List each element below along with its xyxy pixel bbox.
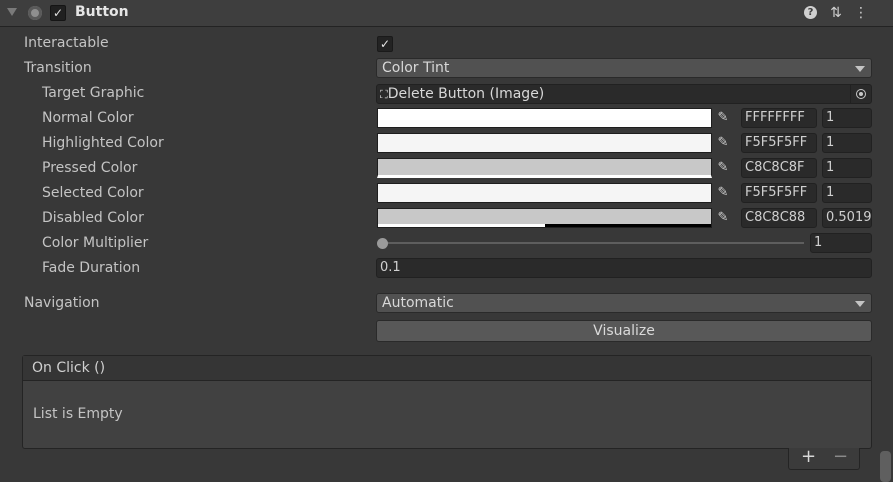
image-icon: ⛶: [380, 88, 388, 101]
color-multiplier-slider-track[interactable]: [382, 242, 804, 244]
color-multiplier-slider-thumb[interactable]: [377, 238, 388, 249]
component-header[interactable]: ✓ Button ? ⇅ ⋮: [0, 0, 893, 27]
disabled-color-swatch[interactable]: [377, 208, 712, 228]
chevron-down-icon: [855, 301, 865, 307]
normal-color-swatch[interactable]: [377, 108, 712, 128]
interactable-checkbox[interactable]: ✓: [377, 36, 393, 52]
interactable-label: Interactable: [24, 35, 109, 51]
target-graphic-label: Target Graphic: [42, 85, 145, 101]
pressed-color-label: Pressed Color: [42, 160, 138, 176]
eyedropper-icon[interactable]: ✎: [712, 183, 734, 203]
object-picker-icon[interactable]: [850, 85, 871, 103]
component-icon: [28, 6, 42, 20]
target-graphic-field[interactable]: ⛶Delete Button (Image): [376, 84, 872, 104]
disabled-color-label: Disabled Color: [42, 210, 144, 226]
fade-duration-label: Fade Duration: [42, 260, 141, 276]
disabled-color-hex[interactable]: C8C8C88: [741, 208, 817, 228]
navigation-value: Automatic: [382, 295, 454, 311]
on-click-event-box: On Click () List is Empty: [22, 355, 872, 449]
eyedropper-icon[interactable]: ✎: [712, 158, 734, 178]
preset-icon[interactable]: ⇅: [827, 4, 845, 22]
target-graphic-value: Delete Button (Image): [387, 86, 545, 102]
fade-duration-field[interactable]: 0.1: [376, 258, 872, 278]
chevron-down-icon: [855, 66, 865, 72]
visualize-button[interactable]: Visualize: [376, 320, 872, 342]
eyedropper-icon[interactable]: ✎: [712, 133, 734, 153]
highlighted-color-swatch[interactable]: [377, 133, 712, 153]
highlighted-color-label: Highlighted Color: [42, 135, 164, 151]
selected-color-label: Selected Color: [42, 185, 144, 201]
selected-color-swatch[interactable]: [377, 183, 712, 203]
pressed-color-swatch[interactable]: [377, 158, 712, 178]
normal-color-multiplier[interactable]: 1: [822, 108, 872, 128]
transition-label: Transition: [24, 60, 92, 76]
transition-value: Color Tint: [382, 60, 450, 76]
remove-icon[interactable]: −: [833, 446, 848, 467]
highlighted-color-hex[interactable]: F5F5F5FF: [741, 133, 817, 153]
add-icon[interactable]: +: [801, 446, 816, 467]
navigation-dropdown[interactable]: Automatic: [376, 293, 872, 313]
color-multiplier-label: Color Multiplier: [42, 235, 149, 251]
normal-color-hex[interactable]: FFFFFFFF: [741, 108, 817, 128]
selected-color-multiplier[interactable]: 1: [822, 183, 872, 203]
on-click-empty-text: List is Empty: [33, 406, 123, 422]
on-click-list-controls: + −: [788, 446, 860, 470]
normal-color-label: Normal Color: [42, 110, 134, 126]
color-multiplier-value[interactable]: 1: [810, 233, 872, 253]
disabled-color-alpha-fill: [378, 224, 545, 227]
navigation-label: Navigation: [24, 295, 100, 311]
highlighted-color-multiplier[interactable]: 1: [822, 133, 872, 153]
on-click-header: On Click (): [23, 356, 871, 381]
vertical-scrollbar-thumb[interactable]: [880, 451, 891, 482]
eyedropper-icon[interactable]: ✎: [712, 108, 734, 128]
component-title: Button: [75, 4, 129, 20]
eyedropper-icon[interactable]: ✎: [712, 208, 734, 228]
disabled-color-multiplier[interactable]: 0.5019: [822, 208, 872, 228]
pressed-color-multiplier[interactable]: 1: [822, 158, 872, 178]
disabled-color-alpha-bar: [378, 224, 711, 227]
help-icon[interactable]: ?: [804, 6, 817, 19]
pressed-color-hex[interactable]: C8C8C8F: [741, 158, 817, 178]
kebab-menu-icon[interactable]: ⋮: [852, 4, 870, 22]
component-enabled-checkbox[interactable]: ✓: [50, 5, 66, 21]
transition-dropdown[interactable]: Color Tint: [376, 58, 872, 78]
foldout-arrow-icon[interactable]: [7, 8, 17, 16]
selected-color-hex[interactable]: F5F5F5FF: [741, 183, 817, 203]
